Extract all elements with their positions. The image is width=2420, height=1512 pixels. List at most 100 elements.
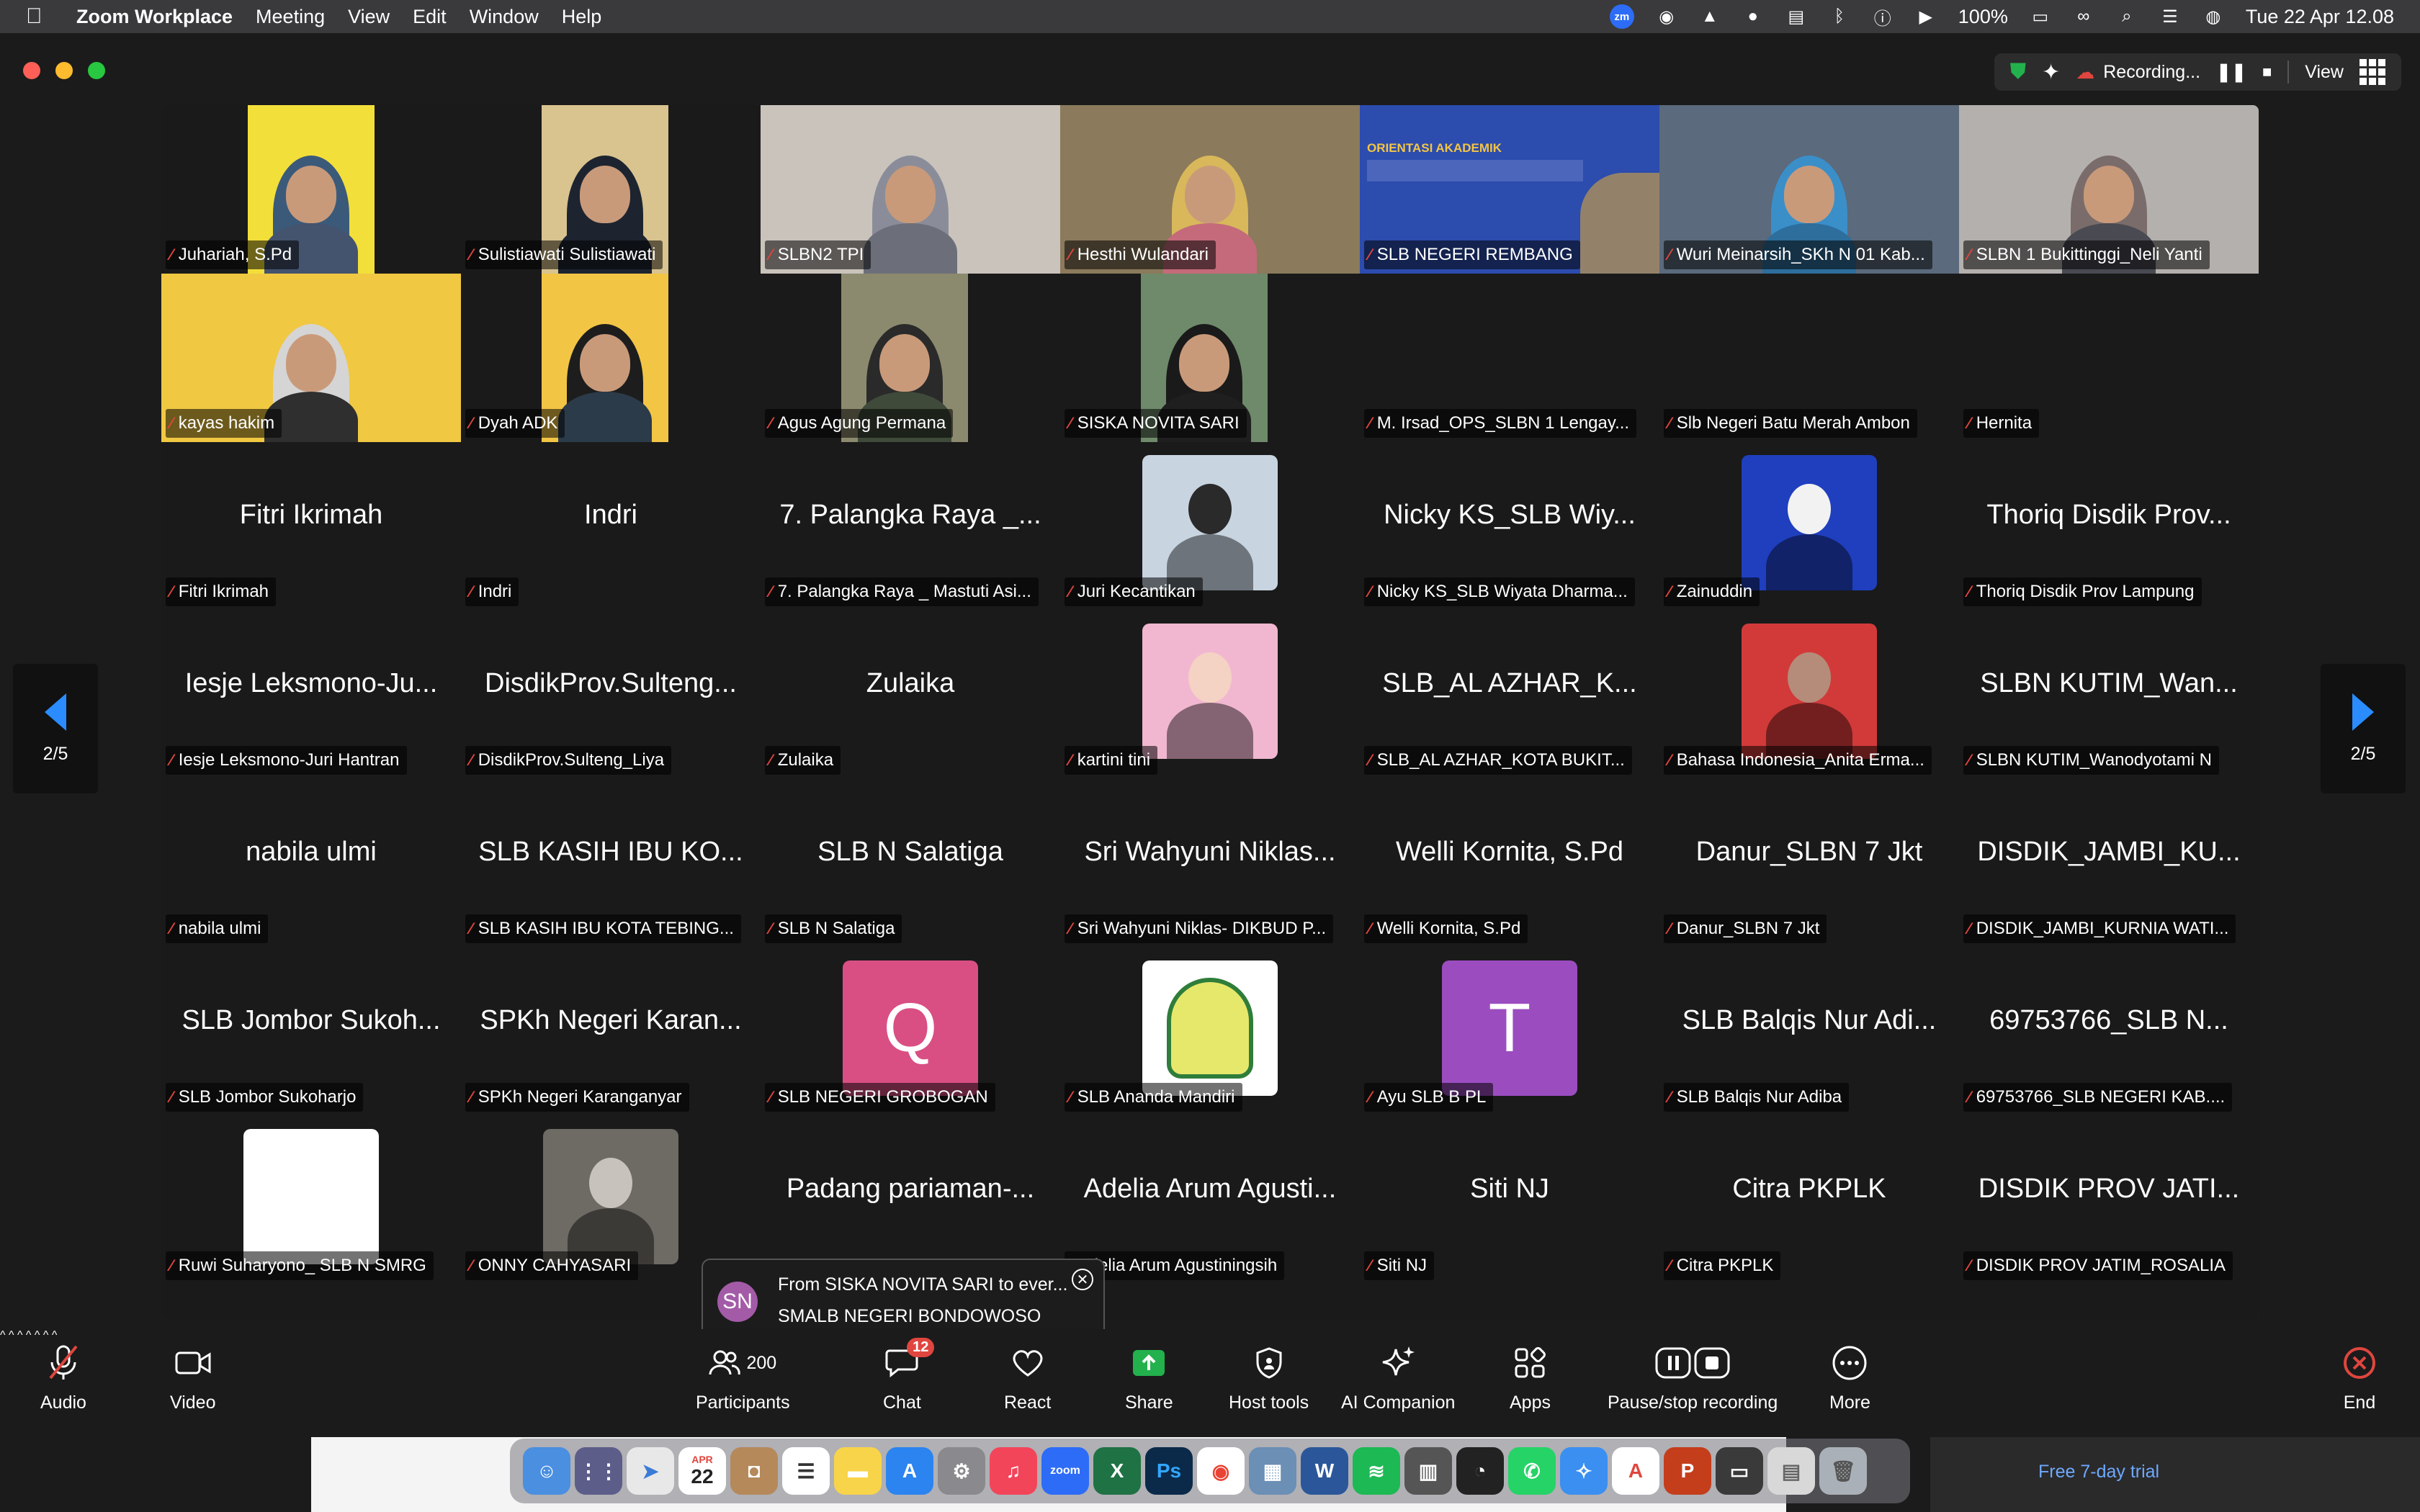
photoshop-icon[interactable]: Ps bbox=[1145, 1447, 1193, 1495]
participant-tile[interactable]: ⁄ Zainuddin bbox=[1659, 442, 1959, 611]
whatsapp-icon[interactable]: ✆ bbox=[1508, 1447, 1556, 1495]
audio-button[interactable]: Audio bbox=[40, 1344, 86, 1413]
end-meeting-button[interactable]: End bbox=[2342, 1344, 2377, 1413]
close-icon[interactable]: ✕ bbox=[1072, 1269, 1093, 1290]
menu-edit[interactable]: Edit bbox=[413, 6, 447, 28]
recording-status[interactable]: ☁ Recording... bbox=[2076, 61, 2200, 84]
participant-tile[interactable]: Danur_SLBN 7 Jkt ⁄ Danur_SLBN 7 Jkt bbox=[1659, 779, 1959, 948]
search-icon[interactable]: ⌕ bbox=[2116, 6, 2138, 26]
obs-icon[interactable]: ◔ bbox=[1456, 1447, 1504, 1495]
apps-button[interactable]: Apps bbox=[1510, 1344, 1551, 1413]
participant-tile[interactable]: SLB_AL AZHAR_K... ⁄ SLB_AL AZHAR_KOTA BUKI… bbox=[1360, 611, 1659, 779]
react-button[interactable]: React bbox=[1004, 1344, 1051, 1413]
app-store-icon[interactable]: A bbox=[886, 1447, 933, 1495]
participant-tile[interactable]: DisdikProv.Sulteng... ⁄ DisdikProv.Sulteng… bbox=[461, 611, 761, 779]
participant-tile[interactable]: SLB Jombor Sukoh... ⁄ SLB Jombor Sukoharjo bbox=[161, 948, 461, 1116]
participant-tile[interactable]: SLB Balqis Nur Adi... ⁄ SLB Balqis Nur Adi… bbox=[1659, 948, 1959, 1116]
participant-tile[interactable]: ⁄ Dyah ADK bbox=[461, 274, 761, 442]
maps-icon[interactable]: ➤ bbox=[627, 1447, 674, 1495]
downloads-folder-icon[interactable]: ▤ bbox=[1767, 1447, 1815, 1495]
pause-stop-recording-button[interactable]: Pause/stop recording bbox=[1608, 1344, 1778, 1413]
participant-tile[interactable]: Thoriq Disdik Prov... ⁄ Thoriq Disdik Prov… bbox=[1959, 442, 2259, 611]
control-center-icon[interactable]: ☰ bbox=[2159, 7, 2181, 27]
shield-icon[interactable]: ⛊ bbox=[2010, 60, 2027, 84]
excel-icon[interactable]: X bbox=[1093, 1447, 1141, 1495]
play-icon[interactable]: ▶ bbox=[1915, 7, 1937, 27]
participant-tile[interactable]: ⁄ Slb Negeri Batu Merah Ambon bbox=[1659, 274, 1959, 442]
participant-tile[interactable]: Indri ⁄ Indri bbox=[461, 442, 761, 611]
more-button[interactable]: More bbox=[1829, 1344, 1870, 1413]
music-icon[interactable]: ♫ bbox=[990, 1447, 1037, 1495]
finder-icon[interactable]: ☺ bbox=[523, 1447, 570, 1495]
stop-recording-icon[interactable]: ■ bbox=[2262, 63, 2272, 81]
word-icon[interactable]: W bbox=[1301, 1447, 1348, 1495]
participant-tile[interactable]: SPKh Negeri Karan... ⁄ SPKh Negeri Karanga… bbox=[461, 948, 761, 1116]
chrome-icon[interactable]: ◉ bbox=[1197, 1447, 1245, 1495]
siri-icon[interactable]: ◍ bbox=[2202, 7, 2224, 27]
launchpad-icon[interactable]: ⋮⋮ bbox=[575, 1447, 622, 1495]
share-button[interactable]: Share bbox=[1125, 1344, 1173, 1413]
menu-window[interactable]: Window bbox=[470, 6, 539, 28]
zoom-window-button[interactable] bbox=[88, 62, 105, 79]
video-options-caret-icon[interactable]: ^ bbox=[9, 1329, 14, 1341]
free-trial-link[interactable]: Free 7-day trial bbox=[2038, 1462, 2159, 1482]
participant-tile[interactable]: 7. Palangka Raya _... ⁄ 7. Palangka Raya _… bbox=[761, 442, 1060, 611]
host-tools-button[interactable]: Host tools bbox=[1229, 1344, 1309, 1413]
participants-button[interactable]: 200 Participants bbox=[696, 1344, 790, 1413]
ai-companion-button[interactable]: AI Companion bbox=[1341, 1344, 1455, 1413]
previous-page-button[interactable]: 2/5 bbox=[13, 664, 98, 793]
info-icon[interactable]: ⓘ bbox=[1872, 7, 1894, 29]
chat-caret-icon[interactable]: ^ bbox=[26, 1329, 32, 1341]
participant-tile[interactable]: ORIENTASI AKADEMIK ⁄ SLB NEGERI REMBANG bbox=[1360, 105, 1659, 274]
next-page-button[interactable]: 2/5 bbox=[2321, 664, 2406, 793]
chat-button[interactable]: 12 Chat bbox=[883, 1338, 935, 1413]
safari-icon[interactable]: ✧ bbox=[1560, 1447, 1608, 1495]
notes-icon[interactable]: ▬ bbox=[834, 1447, 882, 1495]
participant-tile[interactable]: T ⁄ Ayu SLB B PL bbox=[1360, 948, 1659, 1116]
participant-tile[interactable]: SLB N Salatiga ⁄ SLB N Salatiga bbox=[761, 779, 1060, 948]
close-window-button[interactable] bbox=[23, 62, 40, 79]
share-caret-icon[interactable]: ^ bbox=[43, 1329, 49, 1341]
preview-icon[interactable]: ▦ bbox=[1249, 1447, 1296, 1495]
adobe-status-icon[interactable]: ▲ bbox=[1699, 6, 1721, 26]
participant-tile[interactable]: 69753766_SLB N... ⁄ 69753766_SLB NEGERI KA… bbox=[1959, 948, 2259, 1116]
participant-tile[interactable]: DISDIK PROV JATI... ⁄ DISDIK PROV JATIM_RO… bbox=[1959, 1116, 2259, 1284]
acrobat-icon[interactable]: A bbox=[1612, 1447, 1659, 1495]
participant-tile[interactable]: ⁄ Hernita bbox=[1959, 274, 2259, 442]
participants-caret-icon[interactable]: ^ bbox=[17, 1329, 23, 1341]
participant-tile[interactable]: Zulaika ⁄ Zulaika bbox=[761, 611, 1060, 779]
participant-tile[interactable]: ⁄ Ruwi Suharyono_ SLB N SMRG bbox=[161, 1116, 461, 1284]
participant-tile[interactable]: Q ⁄ SLB NEGERI GROBOGAN bbox=[761, 948, 1060, 1116]
participant-tile[interactable]: ⁄ kayas hakim bbox=[161, 274, 461, 442]
bluetooth-icon[interactable]: ᛒ bbox=[1829, 6, 1850, 26]
participant-tile[interactable]: nabila ulmi ⁄ nabila ulmi bbox=[161, 779, 461, 948]
participant-tile[interactable]: ⁄ Bahasa Indonesia_Anita Erma... bbox=[1659, 611, 1959, 779]
trash-icon[interactable]: 🗑 bbox=[1819, 1447, 1867, 1495]
participant-tile[interactable]: ⁄ Sulistiawati Sulistiawati bbox=[461, 105, 761, 274]
video-button[interactable]: Video bbox=[170, 1344, 216, 1413]
participant-tile[interactable]: SLBN KUTIM_Wan... ⁄ SLBN KUTIM_Wanodyotami… bbox=[1959, 611, 2259, 779]
menu-meeting[interactable]: Meeting bbox=[256, 6, 325, 28]
participant-tile[interactable]: ⁄ SLBN2 TPI bbox=[761, 105, 1060, 274]
react-caret-icon[interactable]: ^ bbox=[35, 1329, 40, 1341]
participant-tile[interactable]: ⁄ SLBN 1 Bukittinggi_Neli Yanti bbox=[1959, 105, 2259, 274]
participant-tile[interactable]: Citra PKPLK ⁄ Citra PKPLK bbox=[1659, 1116, 1959, 1284]
participant-tile[interactable]: ⁄ Juri Kecantikan bbox=[1060, 442, 1360, 611]
system-settings-icon[interactable]: ⚙ bbox=[938, 1447, 985, 1495]
participant-tile[interactable]: ⁄ Agus Agung Permana bbox=[761, 274, 1060, 442]
contacts-icon[interactable]: ◘ bbox=[730, 1447, 778, 1495]
pause-recording-icon[interactable]: ❚❚ bbox=[2216, 61, 2246, 83]
participant-tile[interactable]: Fitri Ikrimah ⁄ Fitri Ikrimah bbox=[161, 442, 461, 611]
record-status-icon[interactable]: ◉ bbox=[1656, 7, 1677, 27]
participant-tile[interactable]: ⁄ kartini tini bbox=[1060, 611, 1360, 779]
audio-options-caret-icon[interactable]: ^ bbox=[0, 1329, 6, 1341]
participant-tile[interactable]: Nicky KS_SLB Wiy... ⁄ Nicky KS_SLB Wiyata … bbox=[1360, 442, 1659, 611]
menu-help[interactable]: Help bbox=[562, 6, 602, 28]
powerpoint-icon[interactable]: P bbox=[1664, 1447, 1711, 1495]
participant-tile[interactable]: Iesje Leksmono-Ju... ⁄ Iesje Leksmono-Juri… bbox=[161, 611, 461, 779]
battery-icon[interactable]: ▭ bbox=[2030, 7, 2051, 27]
participant-tile[interactable]: Sri Wahyuni Niklas... ⁄ Sri Wahyuni Niklas… bbox=[1060, 779, 1360, 948]
calendar-icon[interactable]: APR 22 bbox=[678, 1447, 726, 1495]
gallery-view-icon[interactable] bbox=[2360, 59, 2385, 85]
menu-view[interactable]: View bbox=[348, 6, 390, 28]
